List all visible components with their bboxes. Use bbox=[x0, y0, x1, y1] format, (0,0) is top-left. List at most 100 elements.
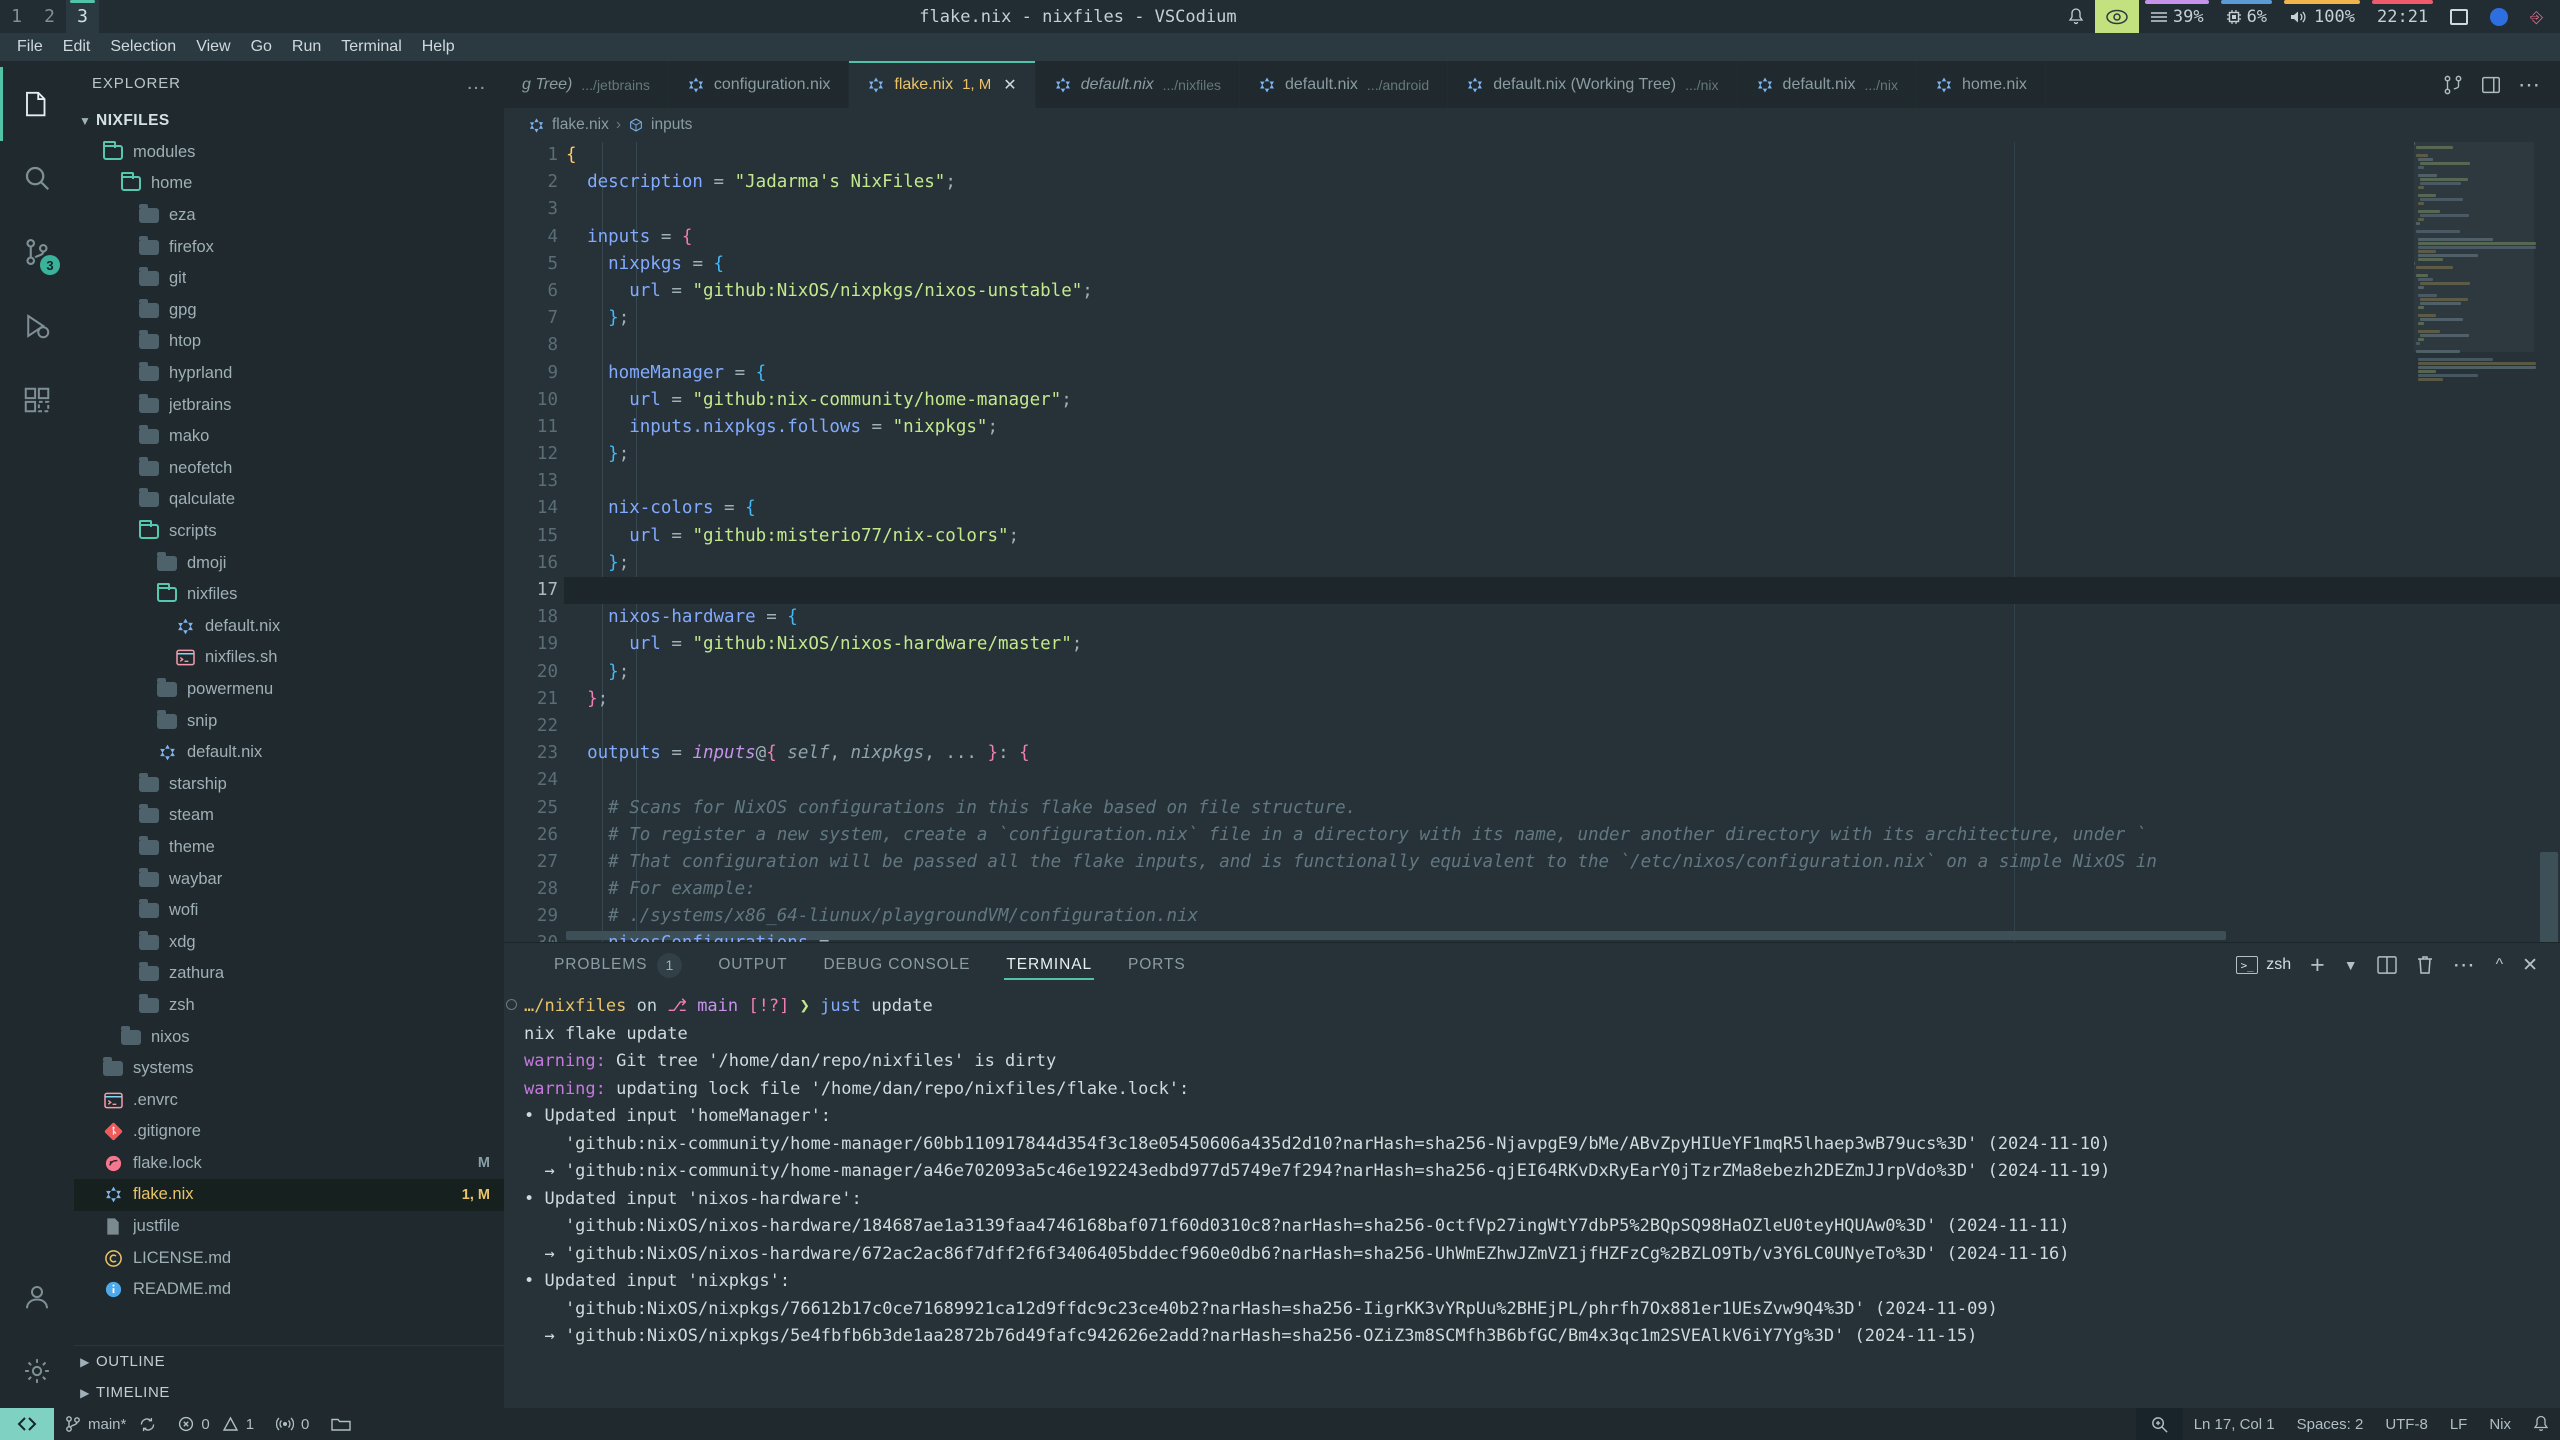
code-line[interactable]: description = "Jadarma's NixFiles"; bbox=[564, 169, 2560, 196]
panel-tab-debug-console[interactable]: DEBUG CONSOLE bbox=[805, 943, 988, 987]
menu-run[interactable]: Run bbox=[283, 36, 330, 58]
code-line[interactable]: # For example: bbox=[564, 876, 2560, 903]
menu-view[interactable]: View bbox=[187, 36, 239, 58]
tree-item-steam[interactable]: steam bbox=[74, 800, 504, 832]
layout-icon[interactable] bbox=[2480, 74, 2502, 96]
split-editor-icon[interactable] bbox=[2442, 74, 2464, 96]
display-tray-icon[interactable] bbox=[2439, 0, 2479, 33]
tree-item-license-md[interactable]: LICENSE.md bbox=[74, 1242, 504, 1274]
menu-file[interactable]: File bbox=[8, 36, 52, 58]
activitybar-source-control[interactable]: 3 bbox=[0, 215, 74, 289]
code-line[interactable]: nix-colors = { bbox=[564, 495, 2560, 522]
panel-tab-ports[interactable]: PORTS bbox=[1110, 943, 1204, 987]
tree-item-jetbrains[interactable]: jetbrains bbox=[74, 389, 504, 421]
more-actions-icon[interactable]: ⋯ bbox=[2518, 72, 2542, 98]
split-terminal-icon[interactable] bbox=[2376, 956, 2397, 974]
notification-bell-icon[interactable] bbox=[2057, 0, 2095, 33]
status-branch[interactable]: main* bbox=[54, 1408, 167, 1440]
activitybar-settings[interactable] bbox=[0, 1334, 74, 1408]
tree-item-justfile[interactable]: justfile bbox=[74, 1211, 504, 1243]
code-line[interactable] bbox=[564, 713, 2560, 740]
code-line[interactable]: # That configuration will be passed all … bbox=[564, 849, 2560, 876]
sidebar-section-timeline[interactable]: ▶ TIMELINE bbox=[74, 1377, 504, 1408]
tree-item-systems[interactable]: systems bbox=[74, 1053, 504, 1085]
activitybar-run-and-debug[interactable] bbox=[0, 289, 74, 363]
bluetooth-tray-icon[interactable] bbox=[2479, 0, 2519, 33]
sidebar-section-outline[interactable]: ▶ OUTLINE bbox=[74, 1346, 504, 1377]
menu-selection[interactable]: Selection bbox=[101, 36, 185, 58]
tree-item-default-nix[interactable]: default.nix bbox=[74, 737, 504, 769]
code-line[interactable]: url = "github:NixOS/nixos-hardware/maste… bbox=[564, 631, 2560, 658]
menu-terminal[interactable]: Terminal bbox=[332, 36, 410, 58]
maximize-panel-icon[interactable]: ^ bbox=[2496, 956, 2504, 974]
editor-tab-home-nix[interactable]: home.nix bbox=[1916, 61, 2046, 108]
editor-tab-default-nix-android[interactable]: default.nix .../android bbox=[1239, 61, 1449, 108]
chevron-down-icon[interactable]: ▼ bbox=[2344, 957, 2358, 973]
kill-terminal-icon[interactable] bbox=[2416, 955, 2434, 975]
status-notifications[interactable] bbox=[2522, 1408, 2560, 1440]
status-indentation[interactable]: Spaces: 2 bbox=[2286, 1408, 2375, 1440]
tree-item-scripts[interactable]: scripts bbox=[74, 516, 504, 548]
nix-tray-icon[interactable]: ⎆ bbox=[2519, 0, 2554, 33]
activitybar-explorer[interactable] bbox=[0, 67, 74, 141]
activitybar-extensions[interactable] bbox=[0, 363, 74, 437]
tree-item-gpg[interactable]: gpg bbox=[74, 295, 504, 327]
code-line[interactable]: }; bbox=[564, 305, 2560, 332]
code-line[interactable]: }; bbox=[564, 686, 2560, 713]
tree-item-modules[interactable]: modules bbox=[74, 137, 504, 169]
tree-item-eza[interactable]: eza bbox=[74, 200, 504, 232]
tree-item-readme-md[interactable]: README.md bbox=[74, 1274, 504, 1306]
code-line[interactable]: nixpkgs = { bbox=[564, 251, 2560, 278]
editor-tab-default-nix-working-tree-nix[interactable]: default.nix (Working Tree) .../nix bbox=[1448, 61, 1738, 108]
breadcrumb-symbol[interactable]: inputs bbox=[651, 116, 692, 134]
volume-indicator[interactable]: 100% bbox=[2278, 0, 2366, 33]
code-content[interactable]: { description = "Jadarma's NixFiles"; in… bbox=[564, 142, 2560, 942]
editor-tab-flake-nix[interactable]: flake.nix 1, M ✕ bbox=[849, 61, 1036, 108]
file-tree[interactable]: ▼ NIXFILES modules home eza firefox git gpg ht… bbox=[74, 105, 504, 1345]
breadcrumb-file[interactable]: flake.nix bbox=[552, 116, 609, 134]
code-line[interactable]: inputs.nixpkgs.follows = "nixpkgs"; bbox=[564, 414, 2560, 441]
code-line[interactable]: # ./systems/x86_64-liunux/playgroundVM/c… bbox=[564, 903, 2560, 930]
code-editor[interactable]: 1 2 3 4 5 6 7 8 9 10 11 12 13 14 15 16 17 18 19 20 21 22 23 24 2… bbox=[504, 142, 2560, 942]
code-line[interactable]: }; bbox=[564, 441, 2560, 468]
editor-tab-default-nix-nix[interactable]: default.nix .../nix bbox=[1737, 61, 1917, 108]
tree-item-nixfiles-sh[interactable]: nixfiles.sh bbox=[74, 642, 504, 674]
tree-root[interactable]: ▼ NIXFILES bbox=[74, 105, 504, 137]
memory-indicator[interactable]: 39% bbox=[2139, 0, 2215, 33]
tree-item-snip[interactable]: snip bbox=[74, 705, 504, 737]
status-encoding[interactable]: UTF-8 bbox=[2374, 1408, 2439, 1440]
terminal-shell-selector[interactable]: >_ zsh bbox=[2236, 956, 2291, 974]
clock[interactable]: 22:21 bbox=[2366, 0, 2439, 33]
code-line[interactable] bbox=[564, 577, 2560, 605]
code-line[interactable]: url = "github:NixOS/nixpkgs/nixos-unstab… bbox=[564, 278, 2560, 305]
menu-help[interactable]: Help bbox=[413, 36, 464, 58]
code-line[interactable]: url = "github:misterio77/nix-colors"; bbox=[564, 523, 2560, 550]
status-eol[interactable]: LF bbox=[2439, 1408, 2479, 1440]
code-line[interactable]: outputs = inputs@{ self, nixpkgs, ... }:… bbox=[564, 740, 2560, 767]
breadcrumb[interactable]: flake.nix › inputs bbox=[504, 108, 2560, 142]
code-line[interactable]: inputs = { bbox=[564, 224, 2560, 251]
close-icon[interactable]: ✕ bbox=[1003, 75, 1016, 95]
code-line[interactable] bbox=[564, 468, 2560, 495]
sidebar-more-actions-icon[interactable]: … bbox=[466, 72, 488, 95]
panel-tab-terminal[interactable]: TERMINAL bbox=[988, 943, 1110, 987]
tree-item-nixos[interactable]: nixos bbox=[74, 1021, 504, 1053]
tree-item-starship[interactable]: starship bbox=[74, 768, 504, 800]
tree-item-mako[interactable]: mako bbox=[74, 421, 504, 453]
menu-edit[interactable]: Edit bbox=[54, 36, 100, 58]
status-remote-indicator[interactable] bbox=[0, 1408, 54, 1440]
cpu-indicator[interactable]: 6% bbox=[2215, 0, 2278, 33]
tree-item-xdg[interactable]: xdg bbox=[74, 926, 504, 958]
menu-go[interactable]: Go bbox=[242, 36, 281, 58]
code-lines[interactable]: { description = "Jadarma's NixFiles"; in… bbox=[564, 142, 2560, 942]
tree-item-theme[interactable]: theme bbox=[74, 832, 504, 864]
tree-item-nixfiles[interactable]: nixfiles bbox=[74, 579, 504, 611]
code-line[interactable]: nixosConfigurations = bbox=[564, 930, 2560, 942]
panel-tab-output[interactable]: OUTPUT bbox=[700, 943, 805, 987]
code-line[interactable]: url = "github:nix-community/home-manager… bbox=[564, 387, 2560, 414]
code-line[interactable]: nixos-hardware = { bbox=[564, 604, 2560, 631]
tree-item-powermenu[interactable]: powermenu bbox=[74, 674, 504, 706]
tree-item-flake-lock[interactable]: flake.lock M bbox=[74, 1148, 504, 1180]
tree-item-git[interactable]: git bbox=[74, 263, 504, 295]
panel-tab-problems[interactable]: PROBLEMS 1 bbox=[536, 943, 700, 987]
